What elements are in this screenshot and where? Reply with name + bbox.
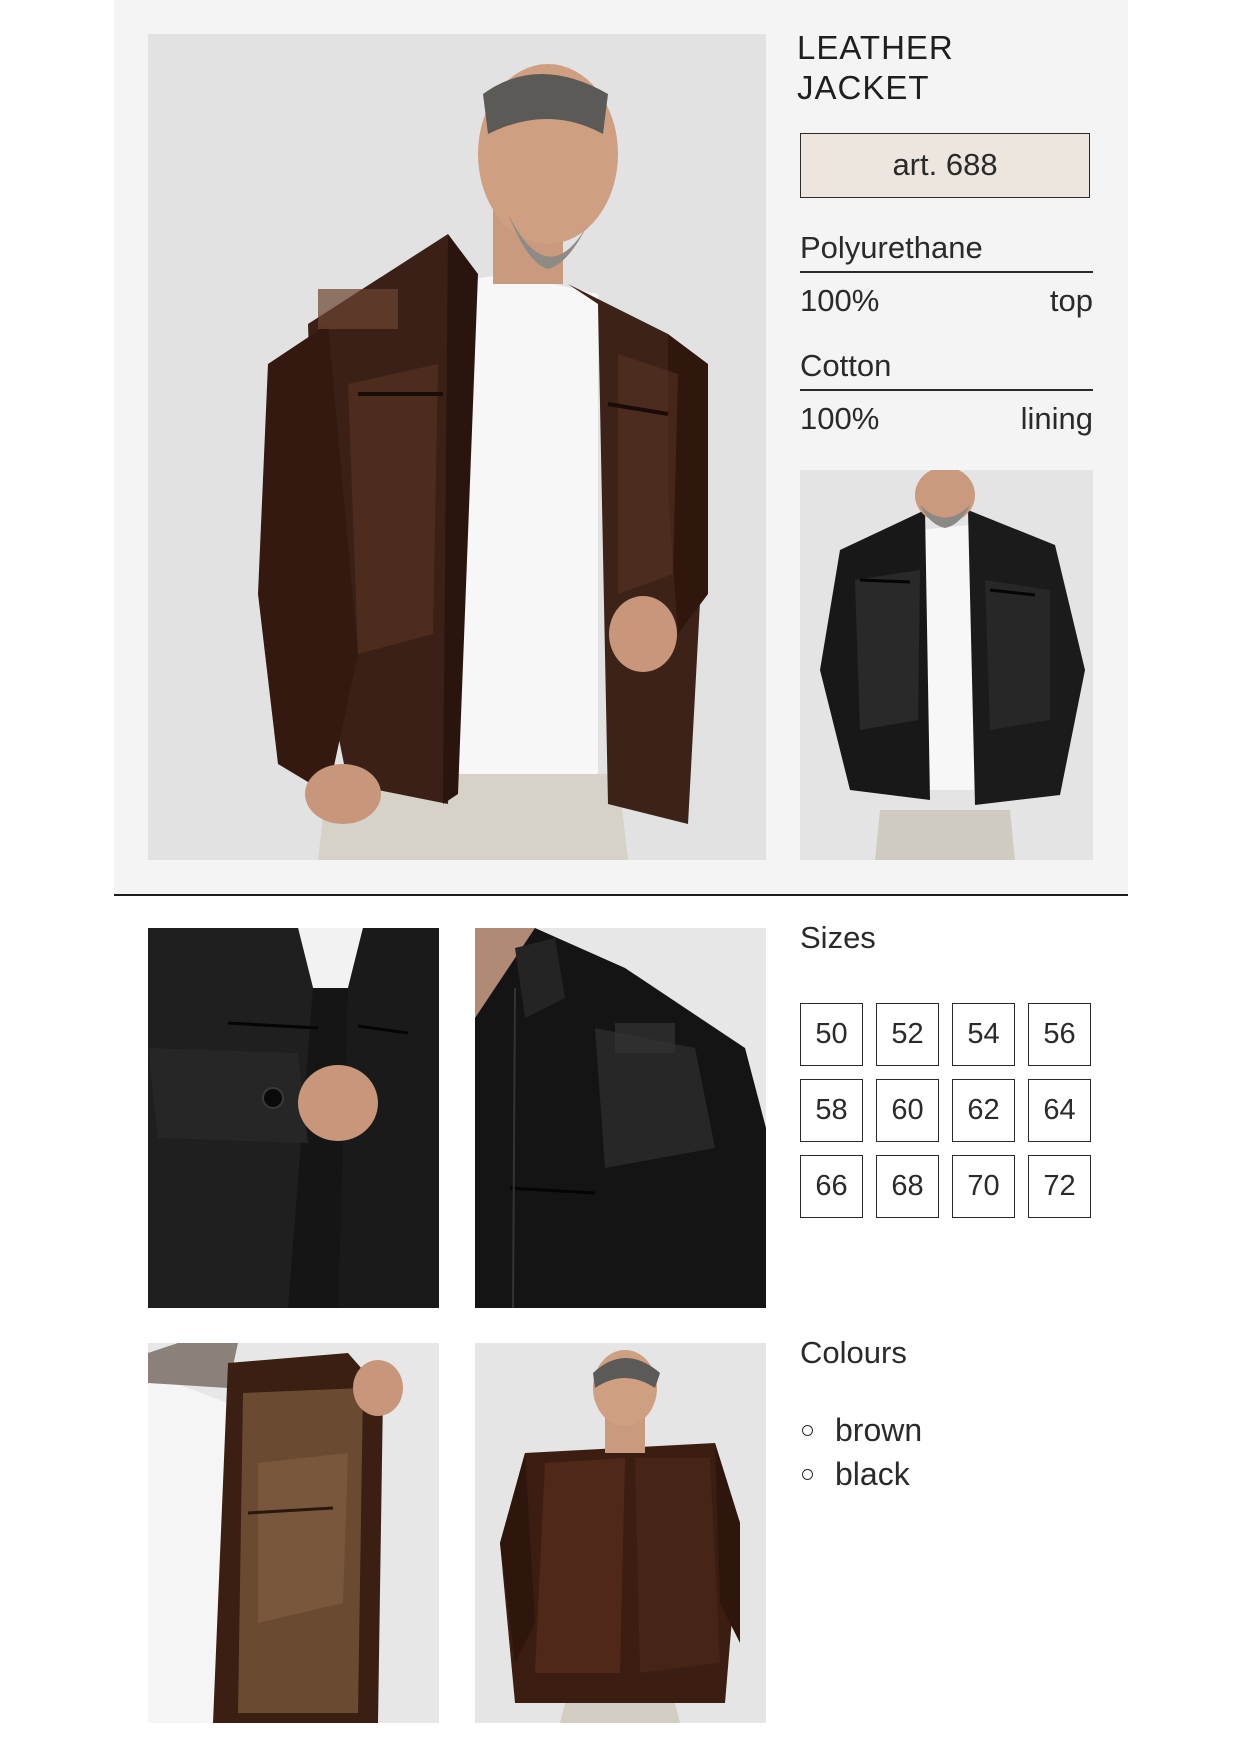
size-option: 56 (1028, 1003, 1091, 1066)
size-option: 70 (952, 1155, 1015, 1218)
size-option: 62 (952, 1079, 1015, 1142)
material-name: Cotton (800, 343, 1093, 391)
main-product-photo (148, 34, 766, 860)
detail-photo-lining (148, 1343, 439, 1723)
size-option: 66 (800, 1155, 863, 1218)
material-name: Polyurethane (800, 225, 1093, 273)
product-title-line2: JACKET (797, 69, 930, 106)
product-title-line1: LEATHER (797, 29, 954, 66)
detail-photo-shoulder (475, 928, 766, 1308)
colour-label: brown (835, 1411, 923, 1448)
material-part: lining (1020, 401, 1093, 436)
section-divider (114, 894, 1128, 896)
material-polyurethane: Polyurethane 100% top (800, 225, 1093, 329)
size-option: 64 (1028, 1079, 1091, 1142)
material-percent: 100% (800, 401, 880, 436)
black-jacket-thumbnail (800, 470, 1093, 860)
colours-heading: Colours (800, 1335, 907, 1370)
colour-list: brown black (800, 1408, 922, 1496)
detail-photo-cuff (148, 928, 439, 1308)
size-option: 72 (1028, 1155, 1091, 1218)
colour-option: black (800, 1452, 922, 1496)
sizes-grid: 50 52 54 56 58 60 62 64 66 68 70 72 (800, 1003, 1094, 1218)
bullet-circle-icon (802, 1468, 813, 1480)
material-composition-row: 100% top (800, 273, 1093, 329)
article-number-badge: art. 688 (800, 133, 1090, 198)
size-option: 68 (876, 1155, 939, 1218)
material-percent: 100% (800, 283, 880, 318)
product-title: LEATHER JACKET (797, 28, 1117, 108)
size-option: 58 (800, 1079, 863, 1142)
size-option: 52 (876, 1003, 939, 1066)
size-option: 54 (952, 1003, 1015, 1066)
size-option: 50 (800, 1003, 863, 1066)
sizes-heading: Sizes (800, 920, 876, 955)
material-cotton: Cotton 100% lining (800, 343, 1093, 447)
bullet-circle-icon (802, 1424, 813, 1436)
material-part: top (1049, 283, 1093, 318)
size-option: 60 (876, 1079, 939, 1142)
detail-photo-back (475, 1343, 766, 1723)
colour-label: black (835, 1455, 910, 1492)
colour-option: brown (800, 1408, 922, 1452)
material-composition-row: 100% lining (800, 391, 1093, 447)
